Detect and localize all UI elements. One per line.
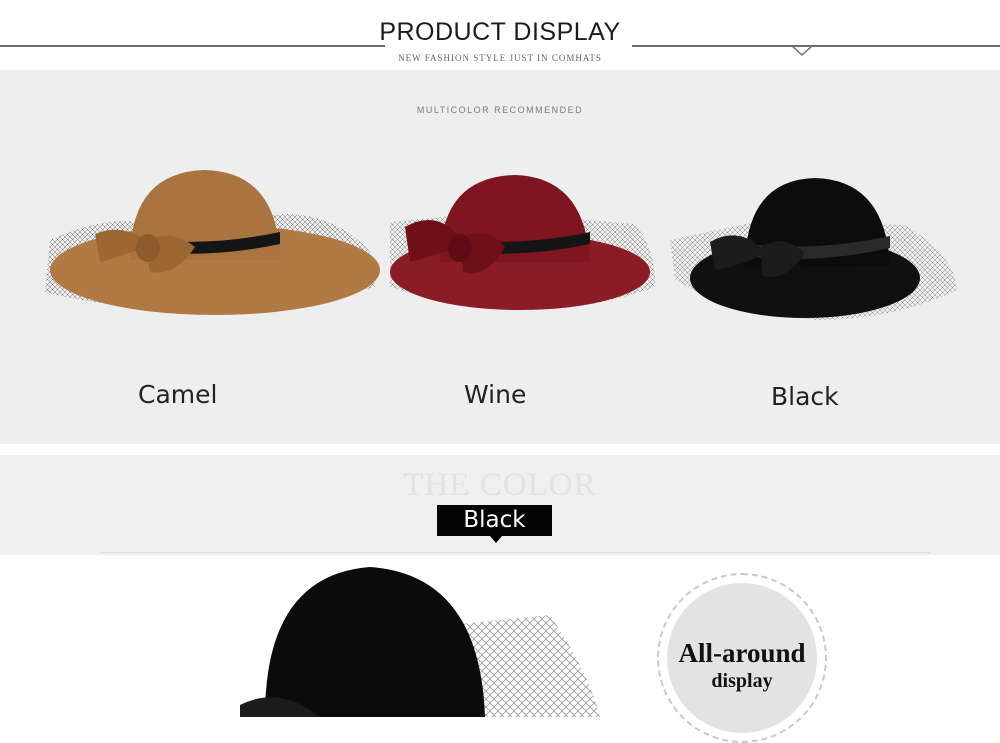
hat-image-wine[interactable] (385, 162, 660, 332)
color-band: THE COLOR Black (0, 455, 1000, 555)
band-divider (100, 552, 930, 553)
header-divider-left (0, 45, 385, 47)
header-divider-right (632, 45, 1000, 47)
panel-heading: MULTICOLOR RECOMMENDED (416, 105, 584, 115)
selected-color-badge: Black (437, 505, 552, 536)
color-heading: THE COLOR (403, 467, 597, 503)
product-panel: MULTICOLOR RECOMMENDED Camel Wine Black (0, 70, 1000, 444)
color-label-black: Black (771, 382, 839, 411)
badge-pointer-icon (490, 536, 502, 543)
section-title: PRODUCT DISPLAY (379, 18, 621, 46)
section-subtitle: NEW FASHION STYLE JUST IN COMHATS (398, 53, 602, 63)
feature-subtitle: display (711, 670, 773, 692)
hat-image-black[interactable] (665, 170, 960, 340)
hat-image-camel[interactable] (40, 162, 380, 332)
color-label-wine: Wine (464, 380, 527, 409)
feature-title: All-around (678, 638, 806, 668)
color-label-camel: Camel (138, 380, 218, 409)
hat-detail-image (240, 567, 600, 717)
